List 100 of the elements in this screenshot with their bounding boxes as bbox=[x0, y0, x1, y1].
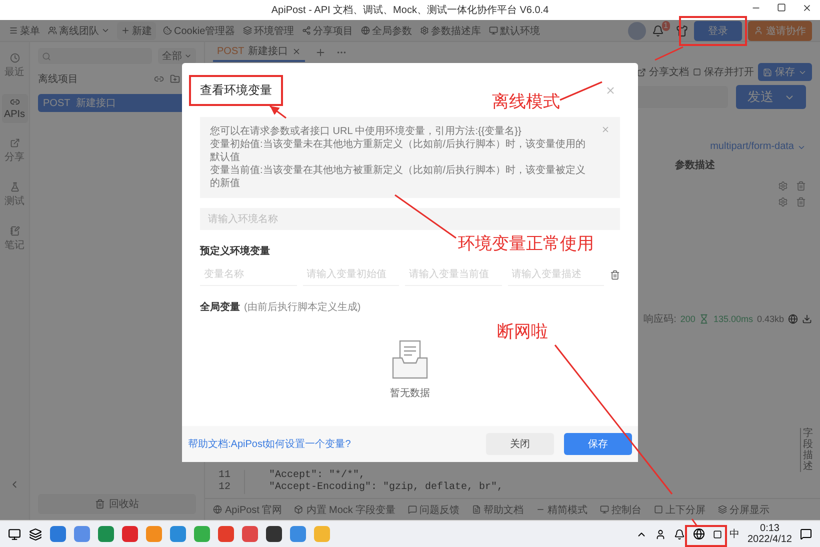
delete-icon[interactable] bbox=[610, 270, 620, 280]
section-title: 预定义环境变量 bbox=[200, 244, 270, 258]
new-button[interactable]: 新建 bbox=[117, 22, 156, 40]
network-icon[interactable] bbox=[692, 528, 704, 540]
empty-inbox-icon bbox=[391, 340, 429, 380]
section-title: 全局变量 bbox=[200, 300, 240, 314]
field-description-tab[interactable]: 字段描述 bbox=[800, 428, 814, 472]
section-hint: (由前后执行脚本定义生成) bbox=[244, 300, 361, 314]
nav-item[interactable]: APIs bbox=[2, 94, 28, 123]
note-icon bbox=[10, 226, 20, 236]
bell-icon[interactable] bbox=[674, 528, 684, 540]
link-icon[interactable] bbox=[154, 74, 164, 84]
toolbar-item[interactable]: 全局参数 bbox=[360, 22, 414, 40]
maximize-icon[interactable] bbox=[777, 3, 786, 12]
save-open-option[interactable]: 保存并打开 bbox=[693, 65, 754, 79]
share-icon bbox=[302, 26, 312, 35]
dialog-title: 查看环境变量 bbox=[200, 82, 272, 98]
cube-icon bbox=[294, 505, 304, 514]
layers-icon bbox=[243, 26, 252, 35]
trash-button[interactable]: 回收站 bbox=[38, 494, 196, 514]
message-icon bbox=[408, 505, 417, 514]
share-icon bbox=[637, 68, 646, 76]
shirt-icon[interactable] bbox=[676, 24, 688, 36]
settings-icon[interactable] bbox=[778, 181, 788, 191]
user-icon bbox=[754, 26, 763, 35]
footer-item[interactable]: 内置 Mock 字段变量 bbox=[294, 502, 396, 516]
save-button[interactable]: 保存 bbox=[758, 63, 812, 81]
monitor-icon bbox=[600, 505, 609, 514]
caret-icon[interactable] bbox=[797, 143, 806, 152]
code-line: "Accept-Encoding": "gzip, deflate, br", bbox=[269, 482, 504, 494]
person-icon[interactable] bbox=[654, 528, 666, 540]
content-type-select[interactable]: multipart/form-data bbox=[710, 141, 794, 152]
menu-button[interactable]: 菜单 bbox=[8, 22, 41, 40]
filter-select[interactable]: 全部 bbox=[158, 48, 196, 64]
trash-icon bbox=[95, 499, 105, 509]
ime-indicator[interactable]: 中 bbox=[730, 527, 740, 541]
add-tab-icon[interactable] bbox=[315, 46, 326, 58]
footer-item[interactable]: 帮助文档 bbox=[472, 502, 524, 516]
save-button[interactable]: 保存 bbox=[564, 433, 632, 455]
help-link[interactable]: 帮助文档:ApiPost如何设置一个变量? bbox=[188, 437, 476, 451]
monitor-icon bbox=[489, 26, 498, 35]
column-header: 参数描述 bbox=[675, 158, 715, 172]
toolbar-item[interactable]: 环境管理 bbox=[242, 22, 296, 40]
line-number: 12 bbox=[218, 482, 230, 494]
close-button[interactable]: 关闭 bbox=[486, 433, 554, 455]
globe-icon[interactable] bbox=[788, 314, 798, 324]
login-button[interactable]: 登录 bbox=[694, 20, 742, 40]
menu-icon bbox=[9, 26, 18, 35]
caret-icon bbox=[184, 52, 192, 60]
notice-text: 您可以在请求参数或者接口 URL 中使用环境变量，引用方法:{{变量名}} bbox=[210, 125, 522, 138]
footer-item[interactable]: 分屏显示 bbox=[718, 502, 770, 516]
notice-text: 变量当前值:当该变量在其他地方被重新定义（比如前/后执行脚本）时，该变量被定义的新值 bbox=[210, 164, 587, 190]
project-name: 离线项目 bbox=[38, 72, 79, 86]
annotation-label: 环境变量正常使用 bbox=[458, 233, 594, 255]
footer-item[interactable]: 上下分屏 bbox=[654, 502, 706, 516]
footer-item[interactable]: 问题反馈 bbox=[408, 502, 460, 516]
annotation-label: 断网啦 bbox=[497, 321, 548, 343]
notification-icon[interactable] bbox=[800, 528, 812, 540]
team-selector[interactable]: 离线团队 bbox=[47, 22, 111, 40]
share-doc-link[interactable]: 分享文档 bbox=[637, 65, 689, 79]
layers-icon bbox=[718, 505, 727, 514]
send-button[interactable]: 发送 bbox=[736, 85, 806, 109]
users-icon bbox=[48, 26, 57, 35]
search-field[interactable] bbox=[38, 48, 152, 64]
start-icon[interactable] bbox=[8, 528, 21, 540]
toolbar-item[interactable]: 分享项目 bbox=[301, 22, 354, 40]
window-title: ApiPost - API 文档、调试、Mock、测试一体化协作平台 V6.0.4 bbox=[271, 4, 549, 17]
task-view-icon[interactable] bbox=[29, 528, 42, 540]
status-code: 200 bbox=[680, 314, 696, 324]
annotation-label: 离线模式 bbox=[492, 91, 560, 113]
clock-icon bbox=[10, 53, 20, 63]
empty-state-text: 暂无数据 bbox=[390, 386, 430, 400]
highlight-frame bbox=[685, 525, 727, 547]
settings-icon bbox=[420, 26, 430, 35]
download-icon[interactable] bbox=[802, 314, 812, 324]
caret-icon bbox=[101, 26, 110, 35]
folder-icon[interactable] bbox=[170, 74, 180, 84]
footer-item[interactable]: ApiPost 官网 bbox=[213, 502, 282, 516]
close-icon[interactable] bbox=[802, 3, 812, 13]
cookie-icon bbox=[163, 26, 172, 35]
toolbar-item[interactable]: 参数描述库 bbox=[419, 22, 482, 40]
response-size: 0.43kb bbox=[756, 314, 784, 324]
line-number: 11 bbox=[218, 470, 230, 482]
clock-time: 0:13 bbox=[760, 523, 780, 534]
code-line: "Accept": "*/*", bbox=[269, 470, 366, 482]
env-name-field[interactable]: 请输入环境名称 bbox=[200, 208, 620, 230]
notice-text: 变量初始值:当该变量未在其他地方重新定义（比如前/后执行脚本）时，该变量使用的默认值 bbox=[210, 138, 587, 164]
flask-icon bbox=[10, 182, 20, 192]
notification-count: 1 bbox=[662, 20, 670, 30]
document-icon bbox=[472, 505, 481, 514]
footer-item[interactable]: 精简模式 bbox=[536, 502, 588, 516]
globe-icon bbox=[213, 505, 222, 514]
globe-icon bbox=[361, 26, 370, 35]
toolbar-item[interactable]: 默认环境 bbox=[488, 22, 542, 40]
toolbar-item[interactable]: Cookie管理器 bbox=[162, 22, 236, 40]
plus-icon bbox=[121, 26, 130, 35]
invite-button[interactable]: 邀请协作 bbox=[748, 20, 812, 40]
footer-item[interactable]: 控制台 bbox=[600, 502, 642, 516]
settings-icon[interactable] bbox=[778, 197, 788, 207]
app-icon[interactable] bbox=[266, 526, 282, 542]
